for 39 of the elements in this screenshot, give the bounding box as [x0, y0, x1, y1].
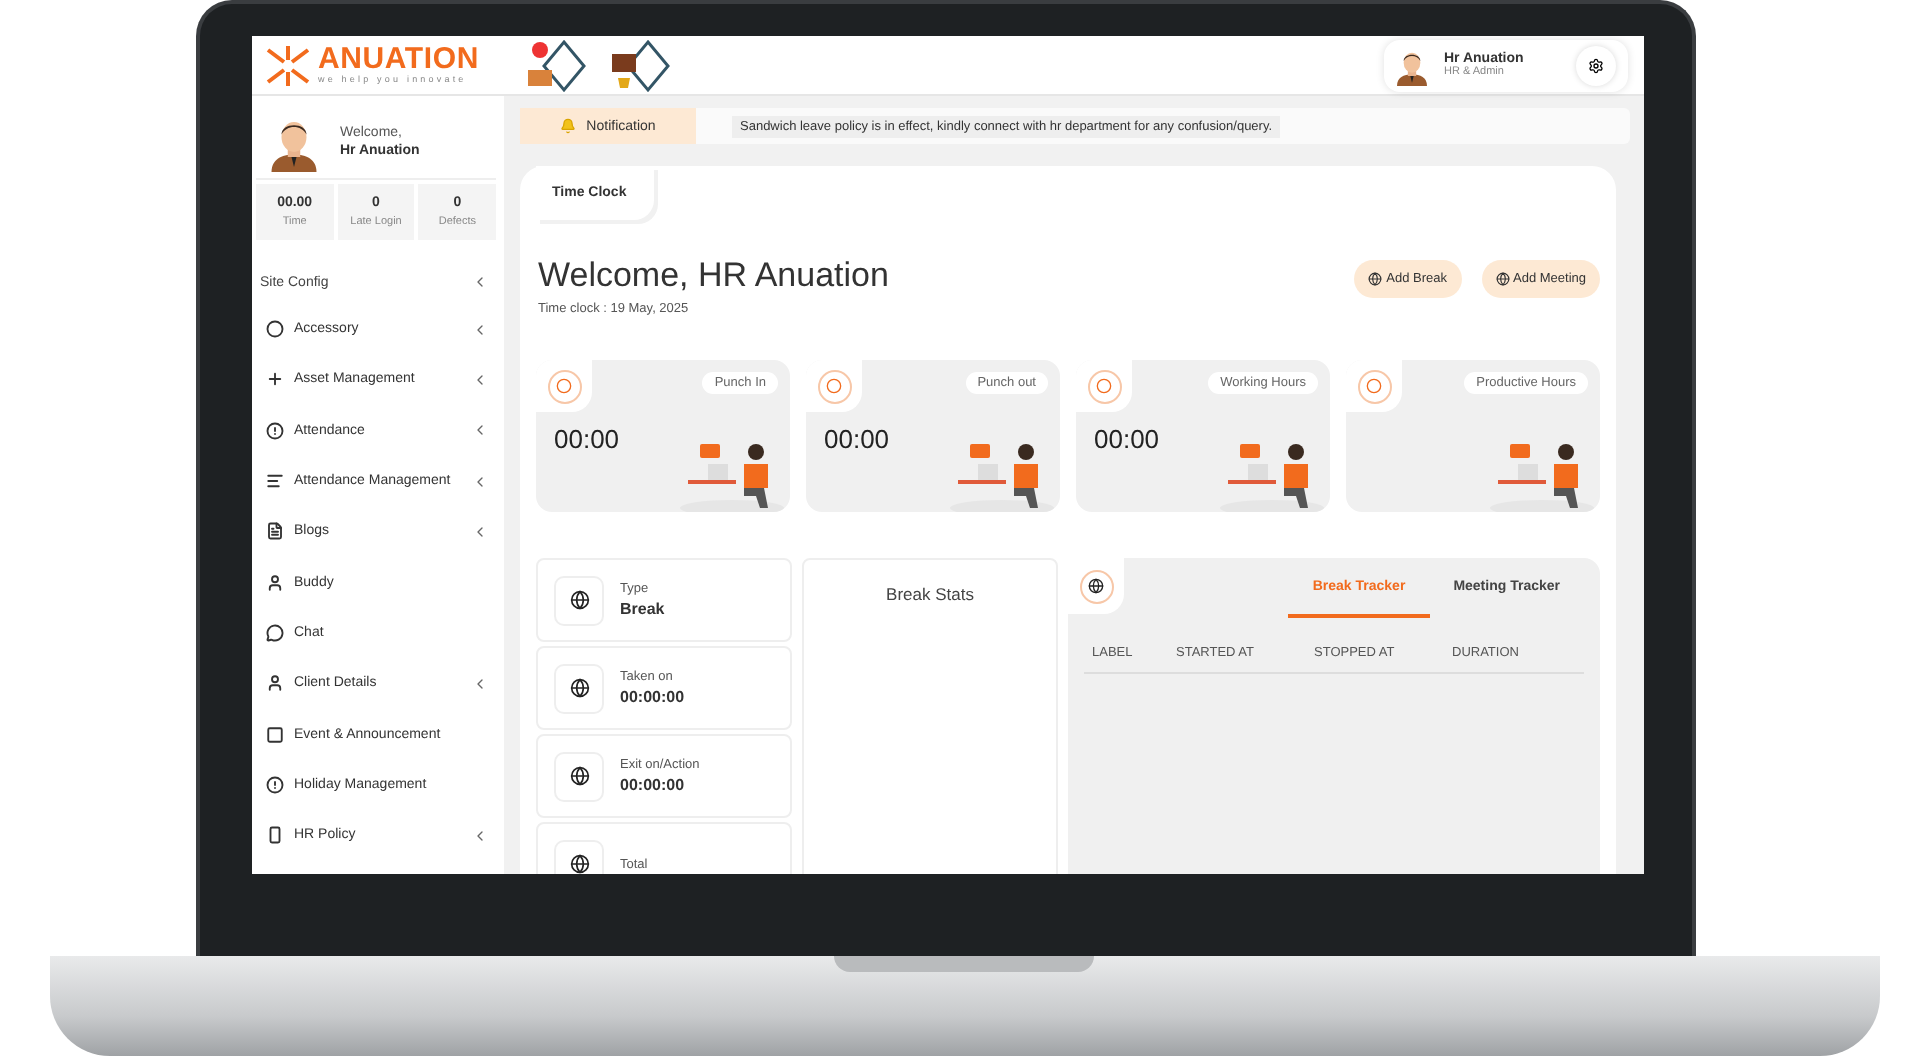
- lines-icon: [266, 472, 284, 491]
- plus-icon: [266, 370, 284, 389]
- alert-icon: [266, 775, 284, 794]
- time-value: 00:00: [824, 424, 890, 454]
- globe-icon: [1495, 272, 1509, 286]
- time-value: 00:00: [1094, 424, 1160, 454]
- globe-icon: [569, 678, 589, 698]
- brand-name: ANUATION: [318, 44, 479, 74]
- gear-icon: [1588, 57, 1604, 73]
- chevron-icon: [472, 371, 488, 388]
- settings-button[interactable]: [1576, 45, 1616, 85]
- chevron-icon: [472, 321, 488, 338]
- info-value: Break: [620, 600, 665, 618]
- globe-icon: [1079, 569, 1113, 603]
- info-value: 00:00:00: [620, 776, 687, 794]
- globe-icon: [1368, 272, 1383, 286]
- alert-icon: [266, 421, 284, 440]
- chevron-icon: [472, 523, 488, 540]
- time-value: 00:00: [554, 424, 620, 454]
- person-icon: [266, 674, 284, 693]
- info-value: 00:00:00: [620, 688, 685, 706]
- globe-icon: [569, 590, 589, 610]
- chevron-icon: [472, 274, 488, 290]
- globe-icon: [569, 854, 589, 874]
- chevron-icon: [472, 473, 488, 490]
- page-title: Welcome, HR Anuation: [538, 256, 891, 296]
- bell-icon: [560, 118, 577, 134]
- chat-icon: [266, 623, 284, 642]
- document-icon: [266, 522, 284, 541]
- globe-icon: [569, 766, 589, 786]
- rectangle-icon: [266, 826, 284, 845]
- circle-icon: [266, 320, 284, 339]
- chevron-icon: [472, 422, 488, 439]
- chevron-icon: [472, 827, 488, 844]
- person-icon: [266, 573, 284, 592]
- logo-icon: [264, 41, 312, 89]
- panel-title: Break Stats: [886, 584, 974, 608]
- chevron-icon: [472, 675, 488, 692]
- square-icon: [266, 725, 284, 744]
